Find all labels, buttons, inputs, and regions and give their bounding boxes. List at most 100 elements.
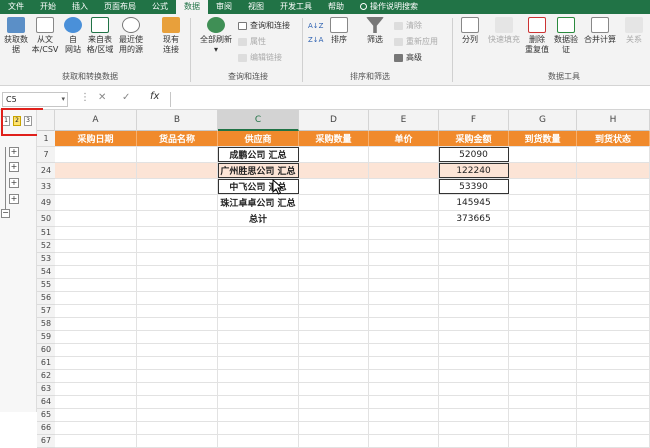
cell[interactable] (299, 227, 369, 239)
cell[interactable]: 中飞公司 汇总 (218, 179, 299, 194)
cell[interactable] (439, 292, 509, 304)
cell[interactable] (55, 422, 137, 434)
cell[interactable] (218, 396, 299, 408)
cell[interactable] (369, 357, 439, 369)
cell[interactable] (218, 266, 299, 278)
cell[interactable] (577, 147, 650, 162)
cell[interactable] (299, 344, 369, 356)
cell[interactable] (137, 331, 218, 343)
cell[interactable] (509, 409, 577, 421)
refresh-all-button[interactable]: 全部刷新 ▾ (196, 17, 236, 55)
column-header-d[interactable]: D (299, 110, 369, 131)
cell[interactable] (369, 211, 439, 226)
row-header[interactable]: 60 (37, 344, 55, 357)
cell[interactable] (509, 227, 577, 239)
recent-sources-button[interactable]: 最近使 用的源 (116, 17, 146, 55)
column-header-a[interactable]: A (55, 110, 137, 131)
menu-tab[interactable]: 文件 (0, 0, 32, 14)
cell[interactable] (577, 240, 650, 252)
cell[interactable] (55, 227, 137, 239)
cell[interactable] (299, 179, 369, 194)
cell[interactable] (439, 331, 509, 343)
cell[interactable]: 53390 (439, 179, 509, 194)
cell[interactable] (369, 331, 439, 343)
cell[interactable] (509, 344, 577, 356)
cell[interactable] (137, 344, 218, 356)
cell[interactable] (369, 344, 439, 356)
worksheet-grid[interactable]: 采购日期 货品名称 供应商 采购数量 单价 采购金额 到货数量 到货状态 成鹏公司 汇总 5209… (55, 131, 650, 448)
row-header[interactable]: 61 (37, 357, 55, 370)
name-box[interactable]: C5 ▾ (2, 92, 68, 107)
cell[interactable] (369, 279, 439, 291)
cell[interactable] (577, 318, 650, 330)
cell[interactable] (218, 422, 299, 434)
cell[interactable] (509, 195, 577, 210)
cell[interactable]: 145945 (439, 195, 509, 210)
cell[interactable]: 采购金额 (439, 131, 509, 146)
cell[interactable] (55, 344, 137, 356)
row-header[interactable]: 49 (37, 195, 55, 211)
cell[interactable] (55, 318, 137, 330)
cell[interactable] (439, 240, 509, 252)
cell[interactable]: 122240 (439, 163, 509, 178)
cell[interactable] (509, 318, 577, 330)
cell[interactable] (55, 409, 137, 421)
flash-fill-button[interactable]: 快速填充 (486, 17, 522, 45)
cell[interactable] (137, 211, 218, 226)
cell[interactable] (218, 409, 299, 421)
existing-connections-button[interactable]: 现有 连接 (158, 17, 184, 55)
cell[interactable] (55, 357, 137, 369)
cell[interactable] (299, 396, 369, 408)
cell[interactable] (509, 211, 577, 226)
cell[interactable] (509, 179, 577, 194)
menu-tab[interactable]: 视图 (240, 0, 272, 14)
row-header[interactable]: 56 (37, 292, 55, 305)
cell[interactable] (137, 396, 218, 408)
cell[interactable]: 广州胜思公司 汇总 (218, 163, 299, 178)
cell[interactable] (55, 163, 137, 178)
column-header-b[interactable]: B (137, 110, 218, 131)
from-table-button[interactable]: 来自表 格/区域 (86, 17, 114, 55)
column-header-h[interactable]: H (577, 110, 650, 131)
cell[interactable] (439, 227, 509, 239)
cell[interactable] (299, 318, 369, 330)
menu-tab[interactable]: 公式 (144, 0, 176, 14)
cell[interactable]: 到货状态 (577, 131, 650, 146)
cell[interactable] (218, 383, 299, 395)
cell[interactable] (509, 396, 577, 408)
cell[interactable] (577, 279, 650, 291)
cell[interactable] (55, 305, 137, 317)
cell[interactable] (55, 240, 137, 252)
cell[interactable] (439, 422, 509, 434)
cell[interactable] (55, 435, 137, 447)
tell-me-search[interactable]: 操作说明搜索 (352, 0, 426, 14)
cell[interactable] (577, 383, 650, 395)
cell[interactable] (369, 163, 439, 178)
cell[interactable] (218, 305, 299, 317)
cell[interactable] (218, 357, 299, 369)
cell[interactable]: 供应商 (218, 131, 299, 146)
cell[interactable] (218, 279, 299, 291)
cell[interactable] (577, 227, 650, 239)
filter-button[interactable]: 筛选 (362, 17, 388, 45)
column-header-e[interactable]: E (369, 110, 439, 131)
cell[interactable] (369, 253, 439, 265)
cell[interactable] (509, 305, 577, 317)
cell[interactable] (55, 211, 137, 226)
cell[interactable] (577, 211, 650, 226)
row-header[interactable]: 1 (37, 131, 55, 147)
cell[interactable] (509, 279, 577, 291)
cell[interactable] (137, 292, 218, 304)
row-header[interactable]: 62 (37, 370, 55, 383)
cell[interactable] (299, 422, 369, 434)
cell[interactable] (439, 279, 509, 291)
row-header[interactable]: 54 (37, 266, 55, 279)
row-header[interactable]: 63 (37, 383, 55, 396)
cell[interactable] (577, 422, 650, 434)
remove-duplicates-button[interactable]: 删除 重复值 (524, 17, 550, 55)
sort-button[interactable]: 排序 (326, 17, 352, 45)
menu-tab[interactable]: 审阅 (208, 0, 240, 14)
row-header[interactable]: 50 (37, 211, 55, 227)
cell[interactable] (577, 370, 650, 382)
column-header-g[interactable]: G (509, 110, 577, 131)
